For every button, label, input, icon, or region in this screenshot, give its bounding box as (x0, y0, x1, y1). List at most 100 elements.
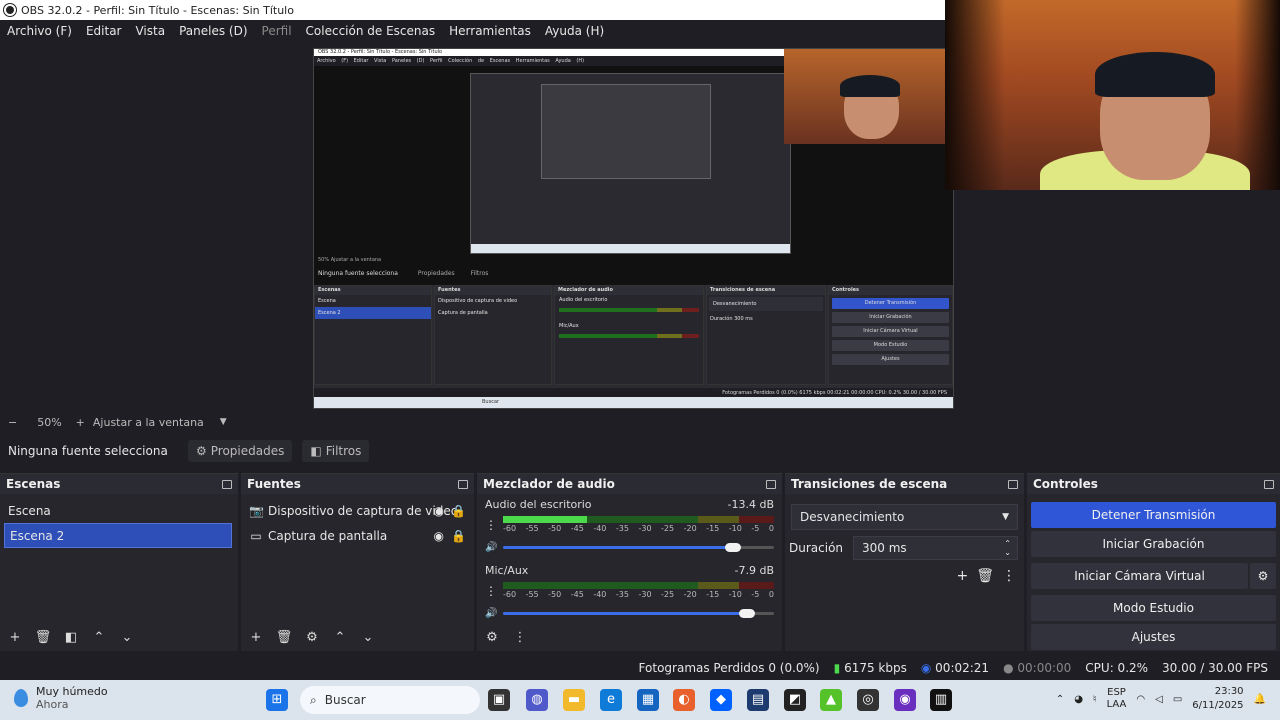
gear-icon[interactable]: ⚙ (303, 628, 321, 646)
chat-icon[interactable]: ◍ (526, 689, 548, 711)
microphone-icon[interactable]: ♮ (1093, 694, 1097, 705)
weather-widget[interactable]: Muy húmedo Ahora (14, 685, 108, 711)
add-icon[interactable]: + (247, 628, 265, 646)
firefox-icon[interactable]: ◐ (673, 689, 695, 711)
more-icon[interactable]: ⋮ (485, 518, 497, 532)
meter-ticks: -60 -55 -50 -45 -40 -35 -30 -25 -20 -15 -10 -5 0 (503, 524, 774, 533)
meter-tick: -35 (615, 524, 629, 533)
zoom-in-button[interactable]: + (76, 416, 85, 429)
notification-icon[interactable]: 🔔 (1254, 694, 1266, 705)
taskbar-search[interactable]: ⌕ Buscar (300, 686, 480, 714)
menu-editar[interactable]: Editar (79, 24, 129, 38)
menu-coleccion[interactable]: Colección de Escenas (299, 24, 443, 38)
stop-stream-button[interactable]: Detener Transmisión (1031, 502, 1276, 528)
meter-tick: -45 (570, 524, 584, 533)
chevron-up-icon[interactable]: ⌃ (1056, 694, 1064, 705)
system-tray: ⌃ ◕ ♮ ESP LAA ◠ ◁ ▭ 23:30 6/11/2025 🔔 (1056, 685, 1266, 713)
start-recording-button[interactable]: Iniciar Grabación (1031, 531, 1276, 557)
mixer-header: Mezclador de audio (477, 474, 782, 494)
undock-icon[interactable] (1008, 479, 1018, 489)
gear-icon[interactable]: ⚙ (1250, 563, 1276, 589)
store-icon[interactable]: ▦ (637, 689, 659, 711)
capcut-icon[interactable]: ◩ (784, 689, 806, 711)
windows-start-icon[interactable]: ⊞ (266, 689, 288, 711)
chevron-up-icon[interactable]: ⌃ (90, 628, 108, 646)
scenes-header: Escenas (0, 474, 238, 494)
more-icon[interactable]: ⋮ (511, 628, 529, 646)
nested-src2: Captura de pantalla (438, 310, 488, 316)
scene-item-selected[interactable]: Escena 2 (4, 523, 232, 548)
tray-app-icon[interactable]: ◕ (1074, 694, 1083, 705)
speaker-icon[interactable]: ◁ (1155, 694, 1163, 705)
transition-select[interactable]: Desvanecimiento ▼ (791, 504, 1018, 530)
undock-icon[interactable] (222, 479, 232, 489)
menu-perfil[interactable]: Perfil (255, 24, 299, 38)
chevron-down-icon: ▼ (1002, 512, 1009, 522)
filters-button[interactable]: ◧ Filtros (302, 440, 370, 462)
wifi-icon[interactable]: ◠ (1136, 694, 1145, 705)
undock-icon[interactable] (1264, 479, 1274, 489)
fit-window-select[interactable]: Ajustar a la ventana (93, 416, 204, 429)
volume-knob[interactable] (738, 609, 755, 618)
app-icon[interactable]: ▤ (747, 689, 769, 711)
nested-scene2: Escena 2 (315, 307, 431, 319)
volume-slider[interactable] (503, 608, 774, 618)
nested-inner-capture (541, 84, 711, 179)
battery-icon[interactable]: ▭ (1173, 694, 1182, 705)
trash-icon[interactable]: 🗑 (976, 568, 994, 584)
undock-icon[interactable] (458, 479, 468, 489)
program-preview[interactable]: OBS 32.0.2 - Perfil: Sin Título - Escena… (313, 48, 954, 409)
add-icon[interactable]: + (6, 628, 24, 646)
bitrate: ▮ 6175 kbps (834, 661, 907, 675)
gear-icon[interactable]: ⚙ (483, 628, 501, 646)
scene-item[interactable]: Escena (0, 498, 238, 523)
undock-icon[interactable] (766, 479, 776, 489)
app-purple-icon[interactable]: ◉ (894, 689, 916, 711)
properties-button[interactable]: ⚙ Propiedades (188, 440, 293, 462)
eye-icon[interactable]: ◉ (434, 529, 444, 543)
chevron-up-icon[interactable]: ⌃ (331, 628, 349, 646)
dropbox-icon[interactable]: ◆ (710, 689, 732, 711)
speaker-icon[interactable]: 🔊 (485, 542, 497, 553)
source-item[interactable]: ▭ Captura de pantalla ◉ 🔒 (241, 523, 474, 548)
more-icon[interactable]: ⋮ (485, 584, 497, 598)
eye-icon[interactable]: ◉ (434, 504, 444, 518)
language-indicator[interactable]: ESP LAA (1107, 687, 1127, 711)
task-view-icon[interactable]: ▣ (488, 689, 510, 711)
search-icon: ⌕ (310, 692, 317, 707)
add-icon[interactable]: + (956, 568, 968, 584)
edge-icon[interactable]: e (600, 689, 622, 711)
app-dark-icon[interactable]: ▥ (930, 689, 952, 711)
virtual-camera-button[interactable]: Iniciar Cámara Virtual (1031, 563, 1248, 589)
app-green-icon[interactable]: ▲ (820, 689, 842, 711)
trash-icon[interactable]: 🗑 (275, 628, 293, 646)
menu-paneles[interactable]: Paneles (D) (172, 24, 254, 38)
duration-spinbox[interactable]: 300 ms ⌃ ⌄ (853, 536, 1018, 560)
trash-icon[interactable]: 🗑 (34, 628, 52, 646)
chevron-down-icon[interactable]: ⌄ (359, 628, 377, 646)
camera-icon: 📷 (249, 503, 264, 518)
more-icon[interactable]: ⋮ (1002, 568, 1016, 584)
menu-herramientas[interactable]: Herramientas (442, 24, 538, 38)
lock-icon[interactable]: 🔒 (451, 504, 466, 518)
zoom-out-button[interactable]: − (8, 416, 17, 429)
chevron-down-icon[interactable]: ⌄ (118, 628, 136, 646)
fit-dropdown-icon[interactable]: ▼ (220, 417, 227, 427)
obs-taskbar-icon[interactable]: ◎ (857, 689, 879, 711)
search-label: Buscar (324, 693, 366, 707)
speaker-icon[interactable]: 🔊 (485, 608, 497, 619)
settings-button[interactable]: Ajustes (1031, 624, 1276, 650)
volume-slider[interactable] (503, 542, 774, 552)
volume-knob[interactable] (725, 543, 742, 552)
source-item[interactable]: 📷 Dispositivo de captura de video ◉ 🔒 (241, 498, 474, 523)
clock[interactable]: 23:30 6/11/2025 (1192, 685, 1243, 713)
menu-ayuda[interactable]: Ayuda (H) (538, 24, 611, 38)
filter-icon[interactable]: ◧ (62, 628, 80, 646)
lock-icon[interactable]: 🔒 (451, 529, 466, 543)
spin-arrows-icon[interactable]: ⌃ ⌄ (1004, 539, 1011, 557)
file-explorer-icon[interactable]: ▬ (563, 689, 585, 711)
menu-archivo[interactable]: Archivo (F) (0, 24, 79, 38)
nested-taskbar: Buscar (314, 397, 953, 408)
menu-vista[interactable]: Vista (128, 24, 172, 38)
studio-mode-button[interactable]: Modo Estudio (1031, 595, 1276, 621)
